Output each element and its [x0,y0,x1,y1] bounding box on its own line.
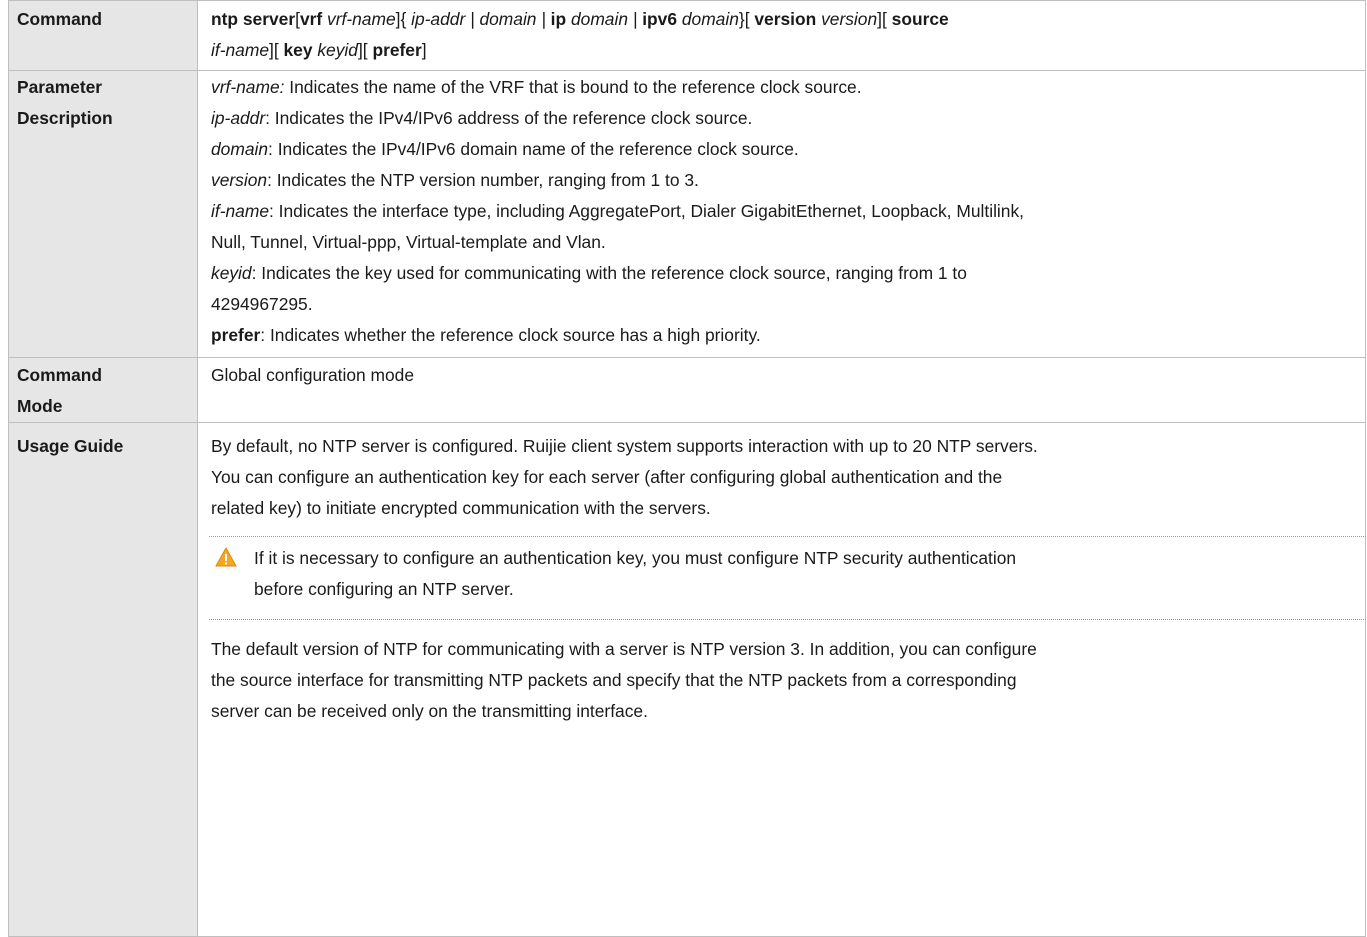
param-term: keyid [211,263,252,283]
usage-para2: The default version of NTP for communica… [211,634,1365,727]
param-version: version: Indicates the NTP version numbe… [211,165,1365,196]
param-if-name-cont: Null, Tunnel, Virtual-ppp, Virtual-templ… [211,232,606,252]
mode-label-line-2: Mode [17,396,63,416]
kw-ipv6: ipv6 [642,9,678,29]
syntax-pipe: | [536,9,551,29]
param-term: prefer [211,325,261,345]
usage-guide-row: Usage Guide By default, no NTP server is… [8,422,1367,937]
kw-source: source [891,9,949,29]
param-text: : Indicates the IPv4/IPv6 address of the… [265,108,753,128]
usage-para1-line: By default, no NTP server is configured.… [211,436,1038,456]
param-term: domain [211,139,269,159]
syntax-pipe: | [628,9,643,29]
arg-domain: domain [677,9,739,29]
syntax-bracket: }[ [738,9,755,29]
syntax-bracket: ]{ [395,9,412,29]
arg-domain: domain [566,9,629,29]
param-domain: domain: Indicates the IPv4/IPv6 domain n… [211,134,1365,165]
syntax-pipe: | [465,9,480,29]
kw-ntp-server: ntp server [211,9,296,29]
parameter-label: Parameter Description [8,70,198,358]
usage-para1-line: You can configure an authentication key … [211,467,1003,487]
arg-if-name: if-name [211,40,269,60]
arg-vrf-name: vrf-name [322,9,396,29]
kw-vrf: vrf [299,9,323,29]
parameter-list: vrf-name: Indicates the name of the VRF … [197,70,1366,358]
arg-ip-addr: ip-addr [411,9,466,29]
arg-domain: domain [479,9,537,29]
command-mode-label: Command Mode [8,357,198,423]
param-text: : Indicates the key used for communicati… [251,263,967,283]
parameter-label-line-1: Parameter [17,77,103,97]
param-text: : Indicates the interface type, includin… [269,201,1024,221]
warning-note-line: before configuring an NTP server. [254,579,514,599]
usage-guide-label: Usage Guide [8,422,198,937]
command-label: Command [8,0,198,71]
usage-para2-line: server can be received only on the trans… [211,701,648,721]
kw-prefer: prefer [372,40,422,60]
param-vrf-name: vrf-name: Indicates the name of the VRF … [211,72,1365,103]
command-reference-table: Command ntp server[vrf vrf-name]{ ip-add… [8,0,1367,937]
param-text: Indicates the name of the VRF that is bo… [284,77,862,97]
param-term: ip-addr [211,108,266,128]
param-term: if-name [211,201,269,221]
warning-note: If it is necessary to configure an authe… [209,536,1367,620]
command-mode-row: Command Mode Global configuration mode [8,357,1366,423]
warning-icon [215,547,237,567]
command-mode-text: Global configuration mode [197,357,1366,423]
usage-para2-line: the source interface for transmitting NT… [211,670,1017,690]
syntax-bracket: ][ [269,40,284,60]
command-syntax: ntp server[vrf vrf-name]{ ip-addr | doma… [197,0,1366,71]
syntax-line-2: if-name][ key keyid][ prefer] [211,35,1365,66]
param-ip-addr: ip-addr: Indicates the IPv4/IPv6 address… [211,103,1365,134]
param-if-name: if-name: Indicates the interface type, i… [211,196,1365,227]
param-text: : Indicates whether the reference clock … [260,325,761,345]
param-keyid: keyid: Indicates the key used for commun… [211,258,1365,289]
warning-note-line: If it is necessary to configure an authe… [254,548,1017,568]
usage-para1-line: related key) to initiate encrypted commu… [211,498,711,518]
syntax-bracket: ][ [357,40,373,60]
param-keyid-cont: 4294967295. [211,294,313,314]
arg-version: version [816,9,878,29]
arg-keyid: keyid [312,40,358,60]
param-text: : Indicates the NTP version number, rang… [267,170,699,190]
parameter-row: Parameter Description vrf-name: Indicate… [8,70,1366,358]
syntax-line-1: ntp server[vrf vrf-name]{ ip-addr | doma… [211,4,1365,35]
command-row: Command ntp server[vrf vrf-name]{ ip-add… [8,0,1366,71]
param-prefer: prefer: Indicates whether the reference … [211,320,1365,351]
syntax-bracket: ][ [877,9,892,29]
kw-key: key [283,40,313,60]
kw-version: version [754,9,817,29]
syntax-bracket: ] [421,40,427,60]
warning-note-text: If it is necessary to configure an authe… [254,543,1367,605]
parameter-label-line-2: Description [17,108,113,128]
param-term: version [211,170,268,190]
param-term: vrf-name: [211,77,285,97]
kw-ip: ip [550,9,567,29]
usage-para2-line: The default version of NTP for communica… [211,639,1037,659]
usage-guide-content: By default, no NTP server is configured.… [197,422,1367,937]
mode-label-line-1: Command [17,365,103,385]
param-text: : Indicates the IPv4/IPv6 domain name of… [268,139,799,159]
